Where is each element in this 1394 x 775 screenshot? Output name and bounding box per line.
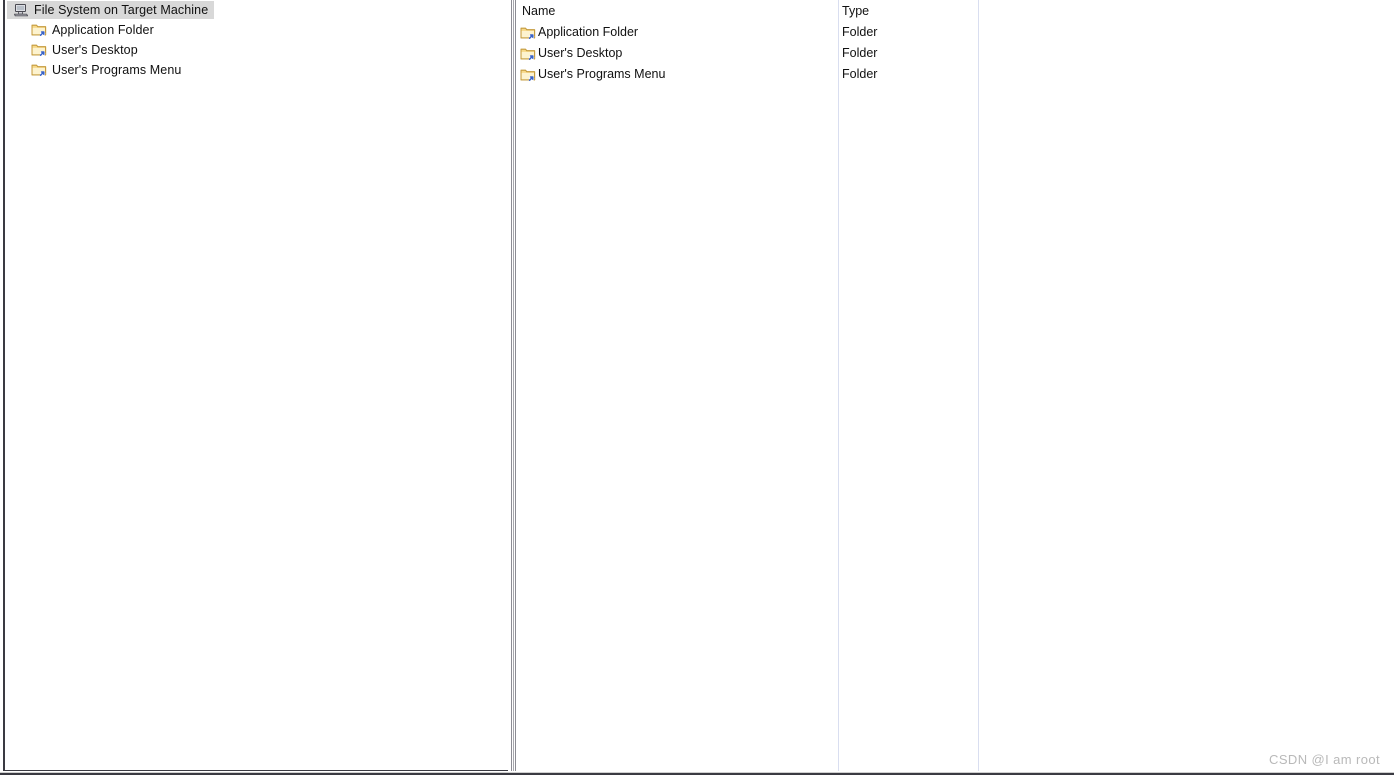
folder-shortcut-icon — [31, 62, 47, 78]
folder-shortcut-icon — [520, 46, 536, 62]
file-list-header: Name Type — [518, 0, 1394, 22]
folder-shortcut-icon — [31, 42, 47, 58]
file-name-label: User's Desktop — [538, 46, 623, 60]
table-row[interactable]: User's Desktop Folder — [518, 43, 1394, 64]
computer-icon — [13, 2, 29, 18]
tree-item-hit-area[interactable]: File System on Target Machine — [7, 1, 215, 19]
file-type-label: Folder — [842, 67, 878, 81]
file-name-label: User's Programs Menu — [538, 67, 666, 81]
file-list-rows: Application Folder Folder User's Desktop — [518, 22, 1394, 85]
table-row[interactable]: Application Folder Folder — [518, 22, 1394, 43]
tree-item-file-system-on-target-machine[interactable]: File System on Target Machine — [7, 0, 512, 20]
tree-item-hit-area[interactable]: Application Folder — [29, 21, 160, 39]
window-bottom-frame — [0, 771, 1394, 775]
file-name-label: Application Folder — [538, 25, 639, 39]
file-type-label: Folder — [842, 46, 878, 60]
cell-name: Application Folder — [520, 22, 638, 43]
tree-item-label: User's Programs Menu — [52, 63, 182, 77]
tree-item-hit-area[interactable]: User's Desktop — [29, 41, 144, 59]
tree-panel-inner: File System on Target Machine Applicatio… — [7, 0, 512, 770]
splitter-line — [511, 0, 512, 772]
tree-item-label: User's Desktop — [52, 43, 138, 57]
tree-root-list: File System on Target Machine Applicatio… — [7, 0, 512, 80]
file-type-label: Folder — [842, 25, 878, 39]
tree-item-label: File System on Target Machine — [34, 3, 209, 17]
splitter-line — [513, 0, 514, 772]
cell-name: User's Programs Menu — [520, 64, 665, 85]
column-header-name[interactable]: Name — [522, 4, 555, 18]
csdn-watermark: CSDN @I am root — [1269, 752, 1380, 767]
splitter-line — [515, 0, 516, 772]
folder-shortcut-icon — [520, 67, 536, 83]
folder-shortcut-icon — [520, 25, 536, 41]
table-row[interactable]: User's Programs Menu Folder — [518, 64, 1394, 85]
tree-item-label: Application Folder — [52, 23, 154, 37]
column-divider-name-type[interactable] — [838, 0, 839, 772]
cell-name: User's Desktop — [520, 43, 622, 64]
panel-splitter[interactable] — [508, 0, 518, 772]
column-divider-type-end[interactable] — [978, 0, 979, 772]
folder-shortcut-icon — [31, 22, 47, 38]
column-header-type[interactable]: Type — [842, 4, 869, 18]
tree-item-hit-area[interactable]: User's Programs Menu — [29, 61, 187, 79]
file-system-tree-panel: File System on Target Machine Applicatio… — [3, 0, 512, 772]
tree-item-users-programs-menu[interactable]: User's Programs Menu — [7, 60, 512, 80]
tree-item-users-desktop[interactable]: User's Desktop — [7, 40, 512, 60]
file-list-panel: Name Type Application Folder Folder User… — [518, 0, 1394, 772]
tree-item-application-folder[interactable]: Application Folder — [7, 20, 512, 40]
